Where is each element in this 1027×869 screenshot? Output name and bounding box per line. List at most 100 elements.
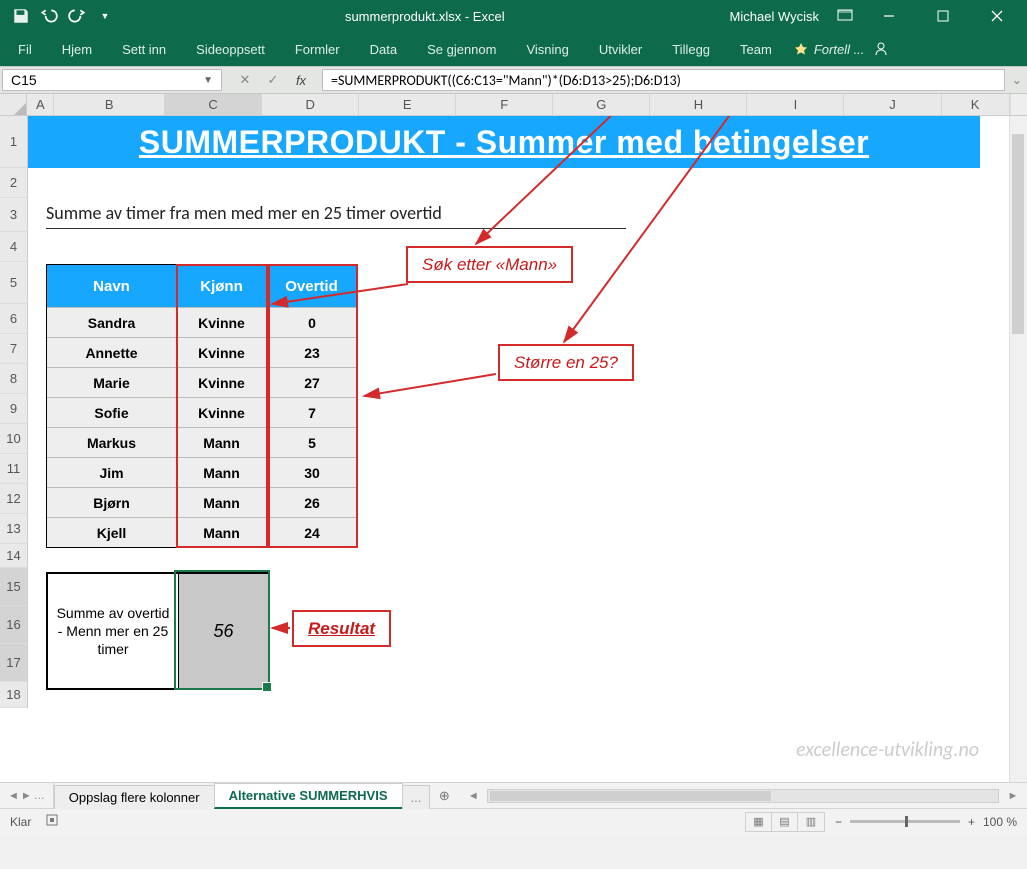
cancel-formula-icon[interactable]: ✕ xyxy=(234,72,256,88)
row-header[interactable]: 11 xyxy=(0,454,28,484)
macro-record-icon[interactable] xyxy=(45,813,59,830)
zoom-out-button[interactable]: − xyxy=(835,815,842,829)
tab-sett-inn[interactable]: Sett inn xyxy=(108,34,180,65)
tab-visning[interactable]: Visning xyxy=(512,34,582,65)
maximize-button[interactable] xyxy=(925,2,961,30)
col-header[interactable]: K xyxy=(942,94,1010,115)
row-header[interactable]: 13 xyxy=(0,514,28,544)
normal-view-icon[interactable]: ▦ xyxy=(746,813,772,831)
col-header[interactable]: C xyxy=(165,94,262,115)
row-header[interactable]: 17 xyxy=(0,644,28,682)
page-break-view-icon[interactable]: ▥ xyxy=(798,813,824,831)
scroll-left-icon[interactable]: ◄ xyxy=(465,790,481,802)
highlight-box-overtid xyxy=(268,264,358,548)
row-headers: 1 2 3 4 5 6 7 8 9 10 11 12 13 14 15 16 1… xyxy=(0,116,28,708)
qat-dropdown-icon[interactable]: ▼ xyxy=(96,7,114,25)
page-layout-view-icon[interactable]: ▤ xyxy=(772,813,798,831)
page-title: SUMMERPRODUKT - Summer med betingelser xyxy=(28,116,980,168)
row-header[interactable]: 6 xyxy=(0,304,28,334)
sheet-nav-prev-icon[interactable]: ◄ xyxy=(8,790,19,802)
add-sheet-button[interactable]: ⊕ xyxy=(429,783,459,808)
row-header[interactable]: 8 xyxy=(0,364,28,394)
tab-tillegg[interactable]: Tillegg xyxy=(658,34,724,65)
watermark: excellence-utvikling.no xyxy=(796,738,979,762)
minimize-button[interactable] xyxy=(871,2,907,30)
share-icon[interactable] xyxy=(866,40,896,58)
sheet-nav-next-icon[interactable]: ► xyxy=(21,790,32,802)
sheet-tab-overflow[interactable]: ... xyxy=(402,785,431,809)
sheet-tab-bar: ◄ ► … Oppslag flere kolonner Alternative… xyxy=(0,782,1027,808)
column-headers: A B C D E F G H I J K xyxy=(0,94,1027,116)
result-value: 56 xyxy=(178,574,268,688)
tab-utvikler[interactable]: Utvikler xyxy=(585,34,656,65)
chevron-down-icon[interactable]: ▼ xyxy=(203,75,213,86)
col-header[interactable]: J xyxy=(844,94,941,115)
select-all-corner[interactable] xyxy=(0,94,27,115)
fx-icon[interactable]: fx xyxy=(290,73,312,88)
tab-hjem[interactable]: Hjem xyxy=(48,34,106,65)
sheet-nav-more-icon[interactable]: … xyxy=(34,790,45,802)
expand-formula-icon[interactable]: ⌄ xyxy=(1007,67,1027,93)
user-name[interactable]: Michael Wycisk xyxy=(730,9,819,24)
tell-me[interactable]: Fortell ... xyxy=(794,42,865,57)
zoom-level[interactable]: 100 % xyxy=(983,815,1017,829)
result-block: Summe av overtid - Menn mer en 25 timer … xyxy=(46,572,270,690)
zoom-in-button[interactable]: + xyxy=(968,815,975,829)
status-ready: Klar xyxy=(10,815,31,829)
scroll-right-icon[interactable]: ► xyxy=(1005,790,1021,802)
callout-result: Resultat xyxy=(292,610,391,647)
name-box[interactable]: C15▼ xyxy=(2,69,222,91)
row-header[interactable]: 10 xyxy=(0,424,28,454)
callout-search-mann: Søk etter «Mann» xyxy=(406,246,573,283)
col-header[interactable]: E xyxy=(359,94,456,115)
view-buttons[interactable]: ▦ ▤ ▥ xyxy=(745,812,825,832)
title-bar: ▼ summerprodukt.xlsx - Excel Michael Wyc… xyxy=(0,0,1027,32)
highlight-box-kjonn xyxy=(176,264,268,548)
row-header[interactable]: 16 xyxy=(0,606,28,644)
worksheet-grid[interactable]: 1 2 3 4 5 6 7 8 9 10 11 12 13 14 15 16 1… xyxy=(0,116,1027,782)
redo-icon[interactable] xyxy=(68,7,86,25)
callout-greater-25: Større en 25? xyxy=(498,344,634,381)
row-header[interactable]: 12 xyxy=(0,484,28,514)
tab-data[interactable]: Data xyxy=(356,34,411,65)
accept-formula-icon[interactable]: ✓ xyxy=(262,72,284,88)
sheet-tab[interactable]: Oppslag flere kolonner xyxy=(54,785,215,809)
col-header[interactable]: F xyxy=(456,94,553,115)
subtitle: Summe av timer fra men med mer en 25 tim… xyxy=(46,202,626,229)
close-button[interactable] xyxy=(979,2,1015,30)
vertical-scrollbar[interactable] xyxy=(1009,116,1027,782)
sheet-tab-active[interactable]: Alternative SUMMERHVIS xyxy=(214,783,403,809)
col-header[interactable]: D xyxy=(262,94,359,115)
row-header[interactable]: 3 xyxy=(0,198,28,232)
formula-input[interactable]: =SUMMERPRODUKT((C6:C13="Mann")*(D6:D13>2… xyxy=(322,69,1005,91)
tab-team[interactable]: Team xyxy=(726,34,786,65)
table-header: Navn xyxy=(47,265,177,307)
col-header[interactable]: H xyxy=(650,94,747,115)
row-header[interactable]: 7 xyxy=(0,334,28,364)
result-label: Summe av overtid - Menn mer en 25 timer xyxy=(48,574,178,688)
ribbon-display-icon[interactable] xyxy=(837,9,853,24)
tab-se-gjennom[interactable]: Se gjennom xyxy=(413,34,510,65)
row-header[interactable]: 15 xyxy=(0,568,28,606)
row-header[interactable]: 14 xyxy=(0,544,28,568)
col-header[interactable]: B xyxy=(54,94,165,115)
row-header[interactable]: 9 xyxy=(0,394,28,424)
col-header[interactable]: G xyxy=(553,94,650,115)
status-bar: Klar ▦ ▤ ▥ − + 100 % xyxy=(0,808,1027,834)
window-title: summerprodukt.xlsx - Excel xyxy=(120,9,730,24)
tab-formler[interactable]: Formler xyxy=(281,34,354,65)
undo-icon[interactable] xyxy=(40,7,58,25)
row-header[interactable]: 4 xyxy=(0,232,28,262)
col-header[interactable]: I xyxy=(747,94,844,115)
horizontal-scrollbar[interactable]: ◄ ► xyxy=(459,783,1027,808)
formula-bar: C15▼ ✕ ✓ fx =SUMMERPRODUKT((C6:C13="Mann… xyxy=(0,66,1027,94)
row-header[interactable]: 18 xyxy=(0,682,28,708)
tab-sideoppsett[interactable]: Sideoppsett xyxy=(182,34,279,65)
zoom-slider[interactable] xyxy=(850,820,960,823)
row-header[interactable]: 2 xyxy=(0,168,28,198)
row-header[interactable]: 1 xyxy=(0,116,28,168)
save-icon[interactable] xyxy=(12,7,30,25)
row-header[interactable]: 5 xyxy=(0,262,28,304)
col-header[interactable]: A xyxy=(27,94,54,115)
tab-fil[interactable]: Fil xyxy=(4,34,46,65)
